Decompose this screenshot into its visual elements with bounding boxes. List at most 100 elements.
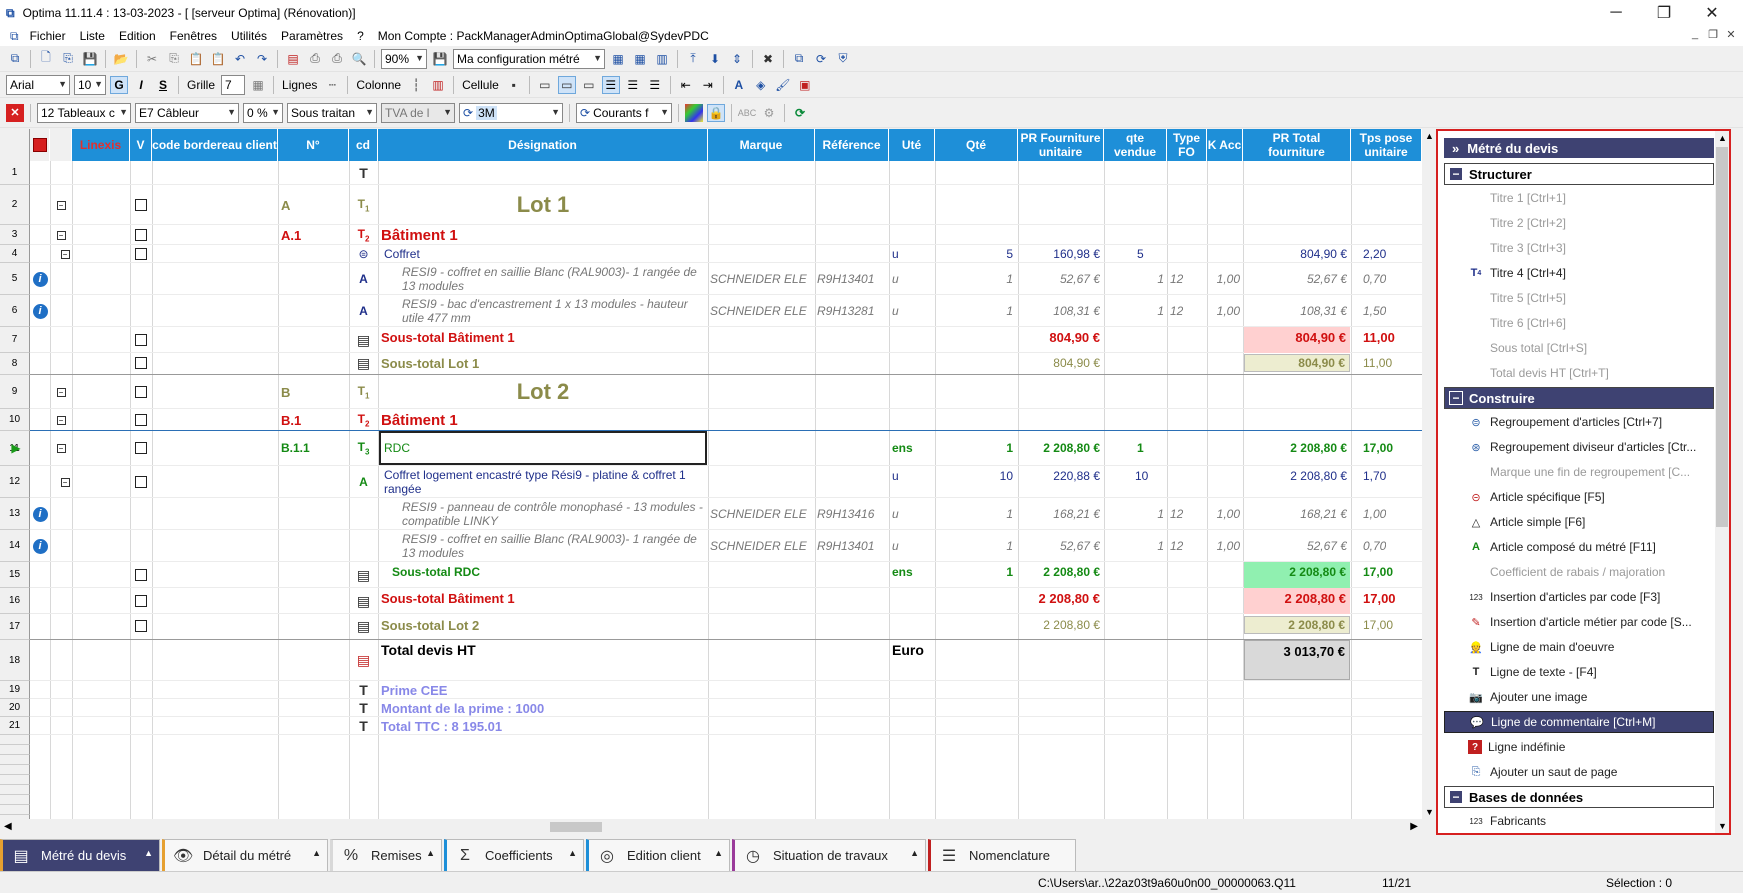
- row-checkbox[interactable]: [130, 185, 152, 225]
- row-checkbox[interactable]: [130, 409, 152, 431]
- col-reference[interactable]: Référence: [815, 129, 889, 161]
- panel-regroupement-diviseur[interactable]: ⊛ Regroupement diviseur d'articles [Ctr..…: [1444, 436, 1714, 458]
- col-type-fo[interactable]: Type FO: [1167, 129, 1207, 161]
- sous-traitant-select[interactable]: Sous traitan ▼: [287, 102, 377, 123]
- save-config-icon[interactable]: 💾: [431, 50, 449, 68]
- tab-metre-devis[interactable]: ▤ Métré du devis ▲: [0, 839, 160, 871]
- col-qte[interactable]: Qté: [935, 129, 1018, 161]
- row-checkbox[interactable]: [130, 614, 152, 638]
- cut-icon[interactable]: ✂: [143, 50, 161, 68]
- panel-ligne-indefinie[interactable]: ? Ligne indéfinie: [1444, 736, 1714, 758]
- columns2-icon[interactable]: ▦: [631, 50, 649, 68]
- minimize-button[interactable]: ─: [1593, 0, 1639, 26]
- panel-titre3[interactable]: Titre 3 [Ctrl+3]: [1444, 237, 1714, 259]
- row-number-cell[interactable]: [0, 795, 30, 805]
- col-pr-total-fourniture[interactable]: PR Total fourniture: [1243, 129, 1351, 161]
- row-number-cell[interactable]: 1: [0, 161, 30, 185]
- cell-style-icon[interactable]: ▪: [505, 76, 523, 94]
- row-checkbox[interactable]: [130, 375, 152, 409]
- italic-icon[interactable]: I: [132, 76, 150, 94]
- columns-icon[interactable]: ▦: [609, 50, 627, 68]
- sync-icon[interactable]: ⟳: [812, 50, 830, 68]
- filter-icon[interactable]: [32, 138, 47, 152]
- row-checkbox[interactable]: [130, 327, 152, 353]
- panel-scrollbar[interactable]: ▲ ▼: [1715, 131, 1729, 833]
- collapse-icon[interactable]: −: [50, 409, 72, 431]
- lines-style-icon[interactable]: ┄: [323, 76, 341, 94]
- col-k-acc[interactable]: K Acc: [1207, 129, 1243, 161]
- color-grid-icon[interactable]: [685, 103, 703, 122]
- row-checkbox[interactable]: [130, 353, 152, 373]
- tab-nomenclature[interactable]: ☰ Nomenclature: [928, 839, 1076, 871]
- row-checkbox[interactable]: [130, 225, 152, 245]
- shield-icon[interactable]: ⛨: [834, 50, 852, 68]
- row-number-cell[interactable]: 4: [0, 245, 30, 263]
- bold-icon[interactable]: G: [110, 75, 128, 94]
- col-ute[interactable]: Uté: [889, 129, 935, 161]
- row-number-cell[interactable]: 16: [0, 588, 30, 614]
- panel-fin-regroupement[interactable]: Marque une fin de regroupement [C...: [1444, 461, 1714, 483]
- undo-icon[interactable]: ↶: [231, 50, 249, 68]
- row-number-cell[interactable]: 18: [0, 640, 30, 681]
- row-checkbox[interactable]: [130, 431, 152, 465]
- save-icon[interactable]: 💾: [81, 50, 99, 68]
- panel-fabricants[interactable]: 123 Fabricants: [1444, 810, 1714, 832]
- font-select[interactable]: Arial ▼: [6, 74, 70, 95]
- tab-detail-metre[interactable]: 👁 Détail du métré ▲: [162, 839, 328, 871]
- window-icon[interactable]: ⧉: [6, 50, 24, 68]
- delete-icon[interactable]: ✕: [6, 103, 24, 122]
- info-icon[interactable]: i: [30, 498, 50, 530]
- col-numero[interactable]: N°: [278, 129, 349, 161]
- column-color-icon[interactable]: ▥: [429, 76, 447, 94]
- outdent-icon[interactable]: ⇤: [677, 76, 695, 94]
- tva-select[interactable]: TVA de l ▼: [381, 102, 455, 123]
- panel-main-oeuvre[interactable]: 👷 Ligne de main d'oeuvre: [1444, 636, 1714, 658]
- tab-situation-travaux[interactable]: ◷ Situation de travaux ▲: [732, 839, 926, 871]
- strike-icon[interactable]: S: [154, 76, 172, 94]
- row-number-cell[interactable]: 13: [0, 498, 30, 530]
- collapse-icon[interactable]: −: [50, 431, 72, 465]
- settings-gear-icon[interactable]: ⚙: [760, 104, 778, 122]
- copy-file-icon[interactable]: ⎘: [59, 50, 77, 68]
- panel-titre6[interactable]: Titre 6 [Ctrl+6]: [1444, 312, 1714, 334]
- row-number-cell[interactable]: 21: [0, 717, 30, 735]
- col-linexis[interactable]: Linexis: [72, 129, 130, 161]
- config-select[interactable]: Ma configuration métré ▼: [453, 48, 605, 69]
- menu-edition[interactable]: Edition: [112, 29, 163, 43]
- panel-title[interactable]: » Métré du devis: [1444, 138, 1714, 158]
- col-code-bordereau[interactable]: code bordereau client: [152, 129, 278, 161]
- row-checkbox[interactable]: [130, 588, 152, 614]
- windows-icon[interactable]: ⧉: [790, 50, 808, 68]
- info-icon[interactable]: i: [30, 530, 50, 562]
- row-checkbox[interactable]: [130, 562, 152, 588]
- row-number-cell[interactable]: 20: [0, 699, 30, 717]
- row-number-cell[interactable]: 2: [0, 185, 30, 225]
- col-designation[interactable]: Désignation: [378, 129, 708, 161]
- font-size-select[interactable]: 10 ▼: [74, 74, 106, 95]
- col-qte-vendue[interactable]: qte vendue: [1104, 129, 1167, 161]
- row-number-cell[interactable]: 19: [0, 681, 30, 699]
- col-pr-fourniture-unitaire[interactable]: PR Fourniture unitaire: [1018, 129, 1104, 161]
- row-number-cell[interactable]: 7: [0, 327, 30, 353]
- tableaux-select[interactable]: 12 Tableaux c ▼: [37, 102, 131, 123]
- tab-remises[interactable]: % Remises ▲: [330, 839, 442, 871]
- row-number-cell[interactable]: [0, 805, 30, 815]
- designation-edit-cell[interactable]: RDC: [379, 431, 707, 465]
- collapse-icon[interactable]: −: [50, 375, 72, 409]
- menu-parametres[interactable]: Paramètres: [274, 29, 350, 43]
- panel-insertion-article-metier[interactable]: ✎ Insertion d'article métier par code [S.…: [1444, 611, 1714, 633]
- border-bottom-icon[interactable]: ▭: [580, 76, 598, 94]
- redo-icon[interactable]: ↷: [253, 50, 271, 68]
- row-checkbox[interactable]: [130, 245, 152, 263]
- column-style-icon[interactable]: ┆: [407, 76, 425, 94]
- app-menu-icon[interactable]: ⧉: [10, 29, 19, 44]
- section-bases-donnees[interactable]: − Bases de données: [1444, 786, 1714, 808]
- columns3-icon[interactable]: ▥: [653, 50, 671, 68]
- tools-icon[interactable]: ✖: [759, 50, 777, 68]
- row-number-cell[interactable]: 10: [0, 409, 30, 431]
- move-updown-icon[interactable]: ⇕: [728, 50, 746, 68]
- menu-fichier[interactable]: Fichier: [23, 29, 73, 43]
- panel-coefficient-rabais[interactable]: Coefficient de rabais / majoration: [1444, 561, 1714, 583]
- tab-coefficients[interactable]: Σ Coefficients ▲: [444, 839, 584, 871]
- move-top-icon[interactable]: ⤒: [684, 50, 702, 68]
